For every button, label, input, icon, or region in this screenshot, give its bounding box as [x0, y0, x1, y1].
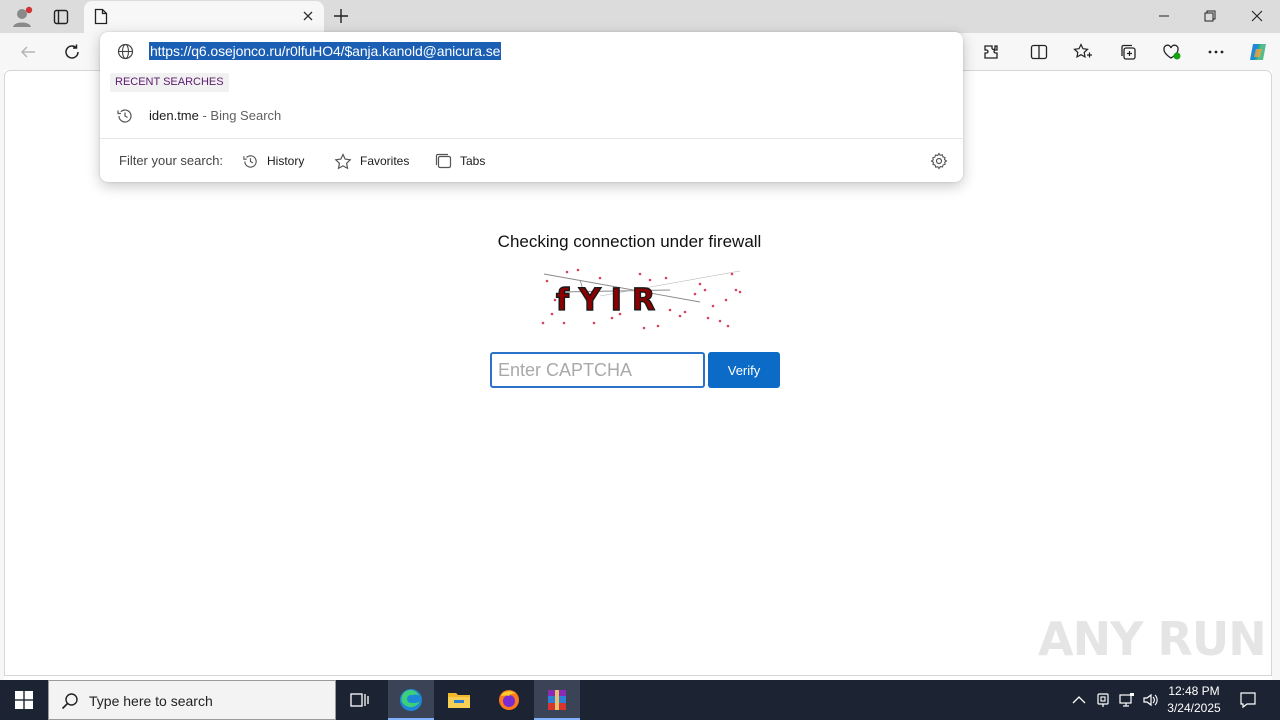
search-icon: [61, 692, 79, 715]
filter-tabs-label: Tabs: [460, 154, 486, 168]
more-options-icon[interactable]: [1202, 38, 1230, 66]
task-view-icon: [350, 693, 369, 707]
captcha-image: fYIR: [541, 268, 742, 330]
volume-icon[interactable]: [1141, 690, 1161, 710]
split-screen-icon[interactable]: [1025, 38, 1053, 66]
filter-favorites-button[interactable]: Favorites: [334, 151, 409, 171]
copilot-icon[interactable]: [1244, 38, 1272, 66]
taskbar-edge-button[interactable]: [388, 680, 434, 720]
profile-avatar-icon[interactable]: [10, 5, 34, 29]
browser-essentials-icon[interactable]: [1158, 38, 1186, 66]
window-frame: [1272, 70, 1280, 680]
filter-tabs-button[interactable]: Tabs: [435, 151, 485, 171]
page-icon: [94, 8, 108, 30]
tray-device-icon[interactable]: [1093, 690, 1113, 710]
tab-active[interactable]: [84, 1, 324, 33]
close-tab-icon[interactable]: [300, 8, 316, 29]
new-tab-icon[interactable]: [330, 5, 352, 27]
windows-logo-icon: [15, 691, 33, 709]
filter-history-label: History: [267, 154, 305, 168]
captcha-text: fYIR: [556, 283, 665, 318]
taskbar-explorer-button[interactable]: [436, 680, 482, 720]
history-clock-icon: [116, 107, 134, 130]
suggestion-text: iden.tme: [149, 108, 199, 123]
extensions-icon[interactable]: [977, 38, 1005, 66]
tab-strip: [0, 0, 1280, 33]
task-view-button[interactable]: [337, 680, 383, 720]
back-icon[interactable]: [14, 38, 42, 66]
address-bar-url[interactable]: https://q6.osejonco.ru/r0lfuHO4/$anja.ka…: [149, 42, 502, 60]
verify-button[interactable]: Verify: [708, 352, 780, 388]
captcha-input[interactable]: [490, 352, 705, 388]
recent-searches-label: RECENT SEARCHES: [110, 73, 229, 92]
star-icon: [334, 152, 352, 169]
edge-icon: [400, 689, 422, 711]
taskbar-firefox-button[interactable]: [486, 680, 532, 720]
collections-icon[interactable]: [1114, 38, 1142, 66]
filter-history-button[interactable]: History: [242, 151, 304, 171]
restore-icon[interactable]: [1187, 0, 1233, 32]
clock-date: 3/24/2025: [1167, 701, 1221, 715]
tray-chevron-up-icon[interactable]: [1069, 690, 1089, 710]
filter-label: Filter your search:: [119, 153, 224, 168]
notifications-icon[interactable]: [1238, 690, 1258, 710]
globe-icon: [117, 43, 134, 65]
settings-gear-icon[interactable]: [930, 152, 948, 175]
taskbar-winrar-button[interactable]: [534, 680, 580, 720]
close-window-icon[interactable]: [1234, 0, 1280, 32]
start-button[interactable]: [0, 680, 48, 720]
history-icon: [243, 154, 257, 168]
search-placeholder: Type here to search: [89, 693, 213, 709]
refresh-icon[interactable]: [58, 38, 86, 66]
minimize-icon[interactable]: [1141, 0, 1187, 32]
filter-favorites-label: Favorites: [360, 154, 410, 168]
taskbar: Type here to search 12:48 PM 3/24/2025: [0, 680, 1280, 720]
page-title: Checking connection under firewall: [497, 232, 762, 251]
network-icon[interactable]: [1117, 690, 1137, 710]
taskbar-search-input[interactable]: Type here to search: [48, 680, 336, 720]
address-dropdown: https://q6.osejonco.ru/r0lfuHO4/$anja.ka…: [100, 32, 963, 182]
search-filter-row: Filter your search: History Favorites Ta…: [100, 139, 963, 182]
watermark-logo: ANY RUN: [1038, 612, 1267, 666]
suggestion-source: - Bing Search: [198, 108, 282, 123]
folder-icon: [448, 693, 470, 708]
winrar-icon: [548, 690, 566, 710]
tab-actions-icon[interactable]: [50, 6, 72, 28]
favorites-icon[interactable]: [1069, 38, 1097, 66]
tabs-icon: [435, 153, 452, 169]
firefox-icon: [499, 690, 519, 710]
taskbar-clock[interactable]: 12:48 PM 3/24/2025: [1160, 683, 1228, 717]
suggestion-item[interactable]: iden.tme - Bing Search: [100, 102, 963, 130]
clock-time: 12:48 PM: [1168, 684, 1220, 698]
